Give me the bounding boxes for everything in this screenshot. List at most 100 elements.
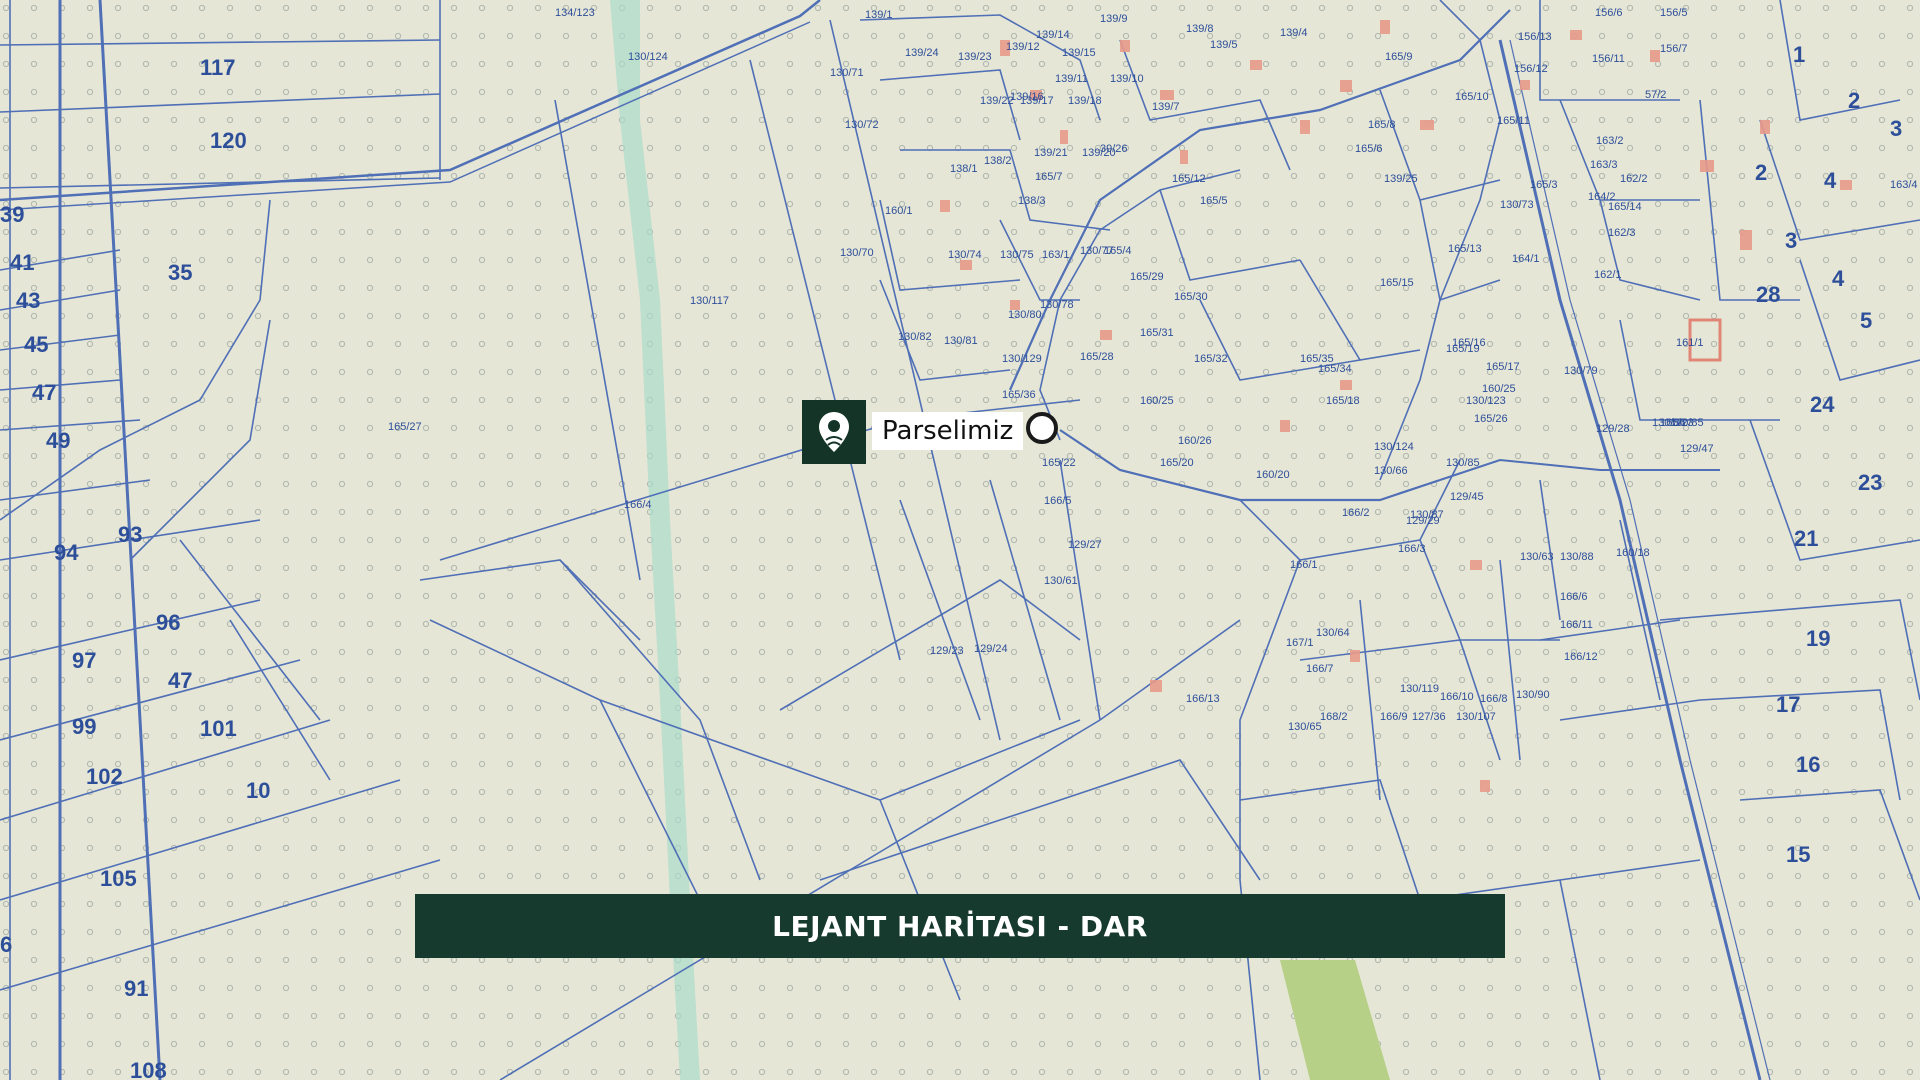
- parcel-label: 17: [1776, 692, 1800, 717]
- parcel-label-small: 165/19: [1446, 343, 1480, 355]
- parcel-label-small: 130/64: [1316, 627, 1350, 639]
- parcel-label: 45: [24, 332, 48, 357]
- parcel-label-small: 165/6: [1355, 143, 1383, 155]
- parcel-label: 47: [32, 380, 56, 405]
- parcel-label-small: 130/124: [1374, 441, 1414, 453]
- parcel-label-small: 165/28: [1080, 351, 1114, 363]
- parcel-label-small: 162/3: [1608, 227, 1636, 239]
- parcel-label-small: 165/17: [1486, 361, 1520, 373]
- parcel-label-small: 156/11: [1592, 53, 1625, 65]
- parcel-label-small: 127/36: [1412, 711, 1446, 723]
- parcel-label-small: 130/123: [1466, 395, 1506, 407]
- parcel-label-small: 156/6: [1595, 7, 1623, 19]
- parcel-label: 41: [10, 250, 34, 275]
- parcel-label-small: 166/11: [1560, 619, 1593, 631]
- parcel-label-small: 163/4: [1890, 179, 1918, 191]
- parcel-label-small: 130/88: [1560, 551, 1594, 563]
- parcel-label-small: 139/1: [865, 9, 893, 21]
- map-stage[interactable]: 114 117 120 35 39 41 43 45 47 49 93 94 9…: [0, 0, 1920, 1080]
- parcel-label-small: 130/77: [1080, 245, 1114, 257]
- parcel-label-small: 130/63: [1520, 551, 1554, 563]
- parcel-label-small: 160/25: [1482, 383, 1516, 395]
- parcel-label-small: 165/10: [1455, 91, 1489, 103]
- parcel-label: 96: [156, 610, 180, 635]
- parcel-label-small: 130/86: [1652, 417, 1686, 429]
- parcel-label-small: 165/18: [1326, 395, 1360, 407]
- parcel-label-small: 57/2: [1645, 89, 1666, 101]
- parcel-label: 94: [54, 540, 79, 565]
- parcel-label-small: 165/27: [388, 421, 422, 433]
- parcel-label-small: 160/20: [1256, 469, 1290, 481]
- parcel-label-small: 165/9: [1385, 51, 1413, 63]
- parcel-label-small: 130/119: [1400, 683, 1439, 695]
- parcel-label-small: 139/10: [1110, 73, 1144, 85]
- parcel-label-small: 165/29: [1130, 271, 1164, 283]
- parcel-label-small: 139/14: [1036, 29, 1070, 41]
- parcel-label-small: 139/22: [980, 95, 1014, 107]
- parcel-label: 39: [0, 202, 24, 227]
- parcel-label-small: 130/70: [840, 247, 874, 259]
- parcel-label-small: 167/1: [1286, 637, 1314, 649]
- parcel-label: 35: [168, 260, 192, 285]
- parcel-label-small: 139/21: [1034, 147, 1068, 159]
- parcel-label-small: 139/24: [905, 47, 939, 59]
- parcel-label-small: 165/8: [1368, 119, 1396, 131]
- parcel-label-small: 166/3: [1398, 543, 1426, 555]
- parcel-label-small: 139/9: [1100, 13, 1128, 25]
- parcel-label-small: 129/28: [1596, 423, 1630, 435]
- parcel-label: 49: [46, 428, 70, 453]
- parcel-label: 23: [1858, 470, 1882, 495]
- parcel-label-small: 165/3: [1530, 179, 1558, 191]
- parcel-label: 93: [118, 522, 142, 547]
- parcel-label: 99: [72, 714, 96, 739]
- parcel-label-small: 156/7: [1660, 43, 1688, 55]
- parcel-label-small: 165/13: [1448, 243, 1482, 255]
- parcel-label-small: 130/82: [898, 331, 932, 343]
- parcel-label-small: 166/13: [1186, 693, 1220, 705]
- parcel-label-small: 139/5: [1210, 39, 1238, 51]
- parcel-label-small: 161/1: [1676, 337, 1704, 349]
- parcel-label-small: 156/5: [1660, 7, 1688, 19]
- parcel-label-small: 165/15: [1380, 277, 1414, 289]
- parcel-label-small: 139/15: [1062, 47, 1096, 59]
- legend-title: LEJANT HARİTASI - DAR: [772, 909, 1148, 943]
- parcel-location-dot[interactable]: [1026, 412, 1058, 444]
- parcel-label: 97: [72, 648, 96, 673]
- map-pin-marker[interactable]: [802, 400, 866, 464]
- parcel-label: 102: [86, 764, 123, 789]
- parcel-label: 16: [1796, 752, 1820, 777]
- parcel-label-small: 139/18: [1068, 95, 1102, 107]
- parcel-label-small: 166/6: [1560, 591, 1588, 603]
- parcel-label-small: 165/31: [1140, 327, 1174, 339]
- parcel-label: 114: [200, 0, 236, 5]
- parcel-label: 4: [1824, 168, 1837, 193]
- parcel-label-small: 165/34: [1318, 363, 1352, 375]
- parcel-label: 3: [1890, 116, 1902, 141]
- parcel-label-small: 168/2: [1320, 711, 1348, 723]
- legend-title-bar: LEJANT HARİTASI - DAR: [415, 894, 1505, 958]
- parcel-label-small: 139/23: [958, 51, 992, 63]
- parcel-label-small: 164/1: [1512, 253, 1540, 265]
- parcel-label: 117: [200, 55, 236, 80]
- parcel-label-small: 139/11: [1055, 73, 1088, 85]
- parcel-label-small: 130/117: [690, 295, 729, 307]
- parcel-label: 108: [130, 1058, 167, 1080]
- parcel-label-small: 139/4: [1280, 27, 1308, 39]
- parcel-label-small: 160/25: [1140, 395, 1174, 407]
- parcel-label-small: 165/14: [1608, 201, 1642, 213]
- parcel-label-small: 162/2: [1620, 173, 1648, 185]
- parcel-label-small: 139/12: [1006, 41, 1040, 53]
- parcel-label-small: 166/12: [1564, 651, 1598, 663]
- parcel-label: 5: [1860, 308, 1872, 333]
- parcel-label: 43: [16, 288, 40, 313]
- parcel-label-small: 138/3: [1018, 195, 1046, 207]
- parcel-label-small: 129/47: [1680, 443, 1714, 455]
- parcel-label-small: 130/75: [1000, 249, 1034, 261]
- parcel-label-small: 165/7: [1035, 171, 1063, 183]
- parcel-label-small: 139/25: [1384, 173, 1418, 185]
- parcel-marker-label: Parselimiz: [872, 412, 1024, 450]
- parcel-label-small: 129/27: [1068, 539, 1102, 551]
- parcel-label-small: 166/7: [1306, 663, 1334, 675]
- parcel-label: 1: [1793, 42, 1805, 67]
- parcel-label-small: 165/30: [1174, 291, 1208, 303]
